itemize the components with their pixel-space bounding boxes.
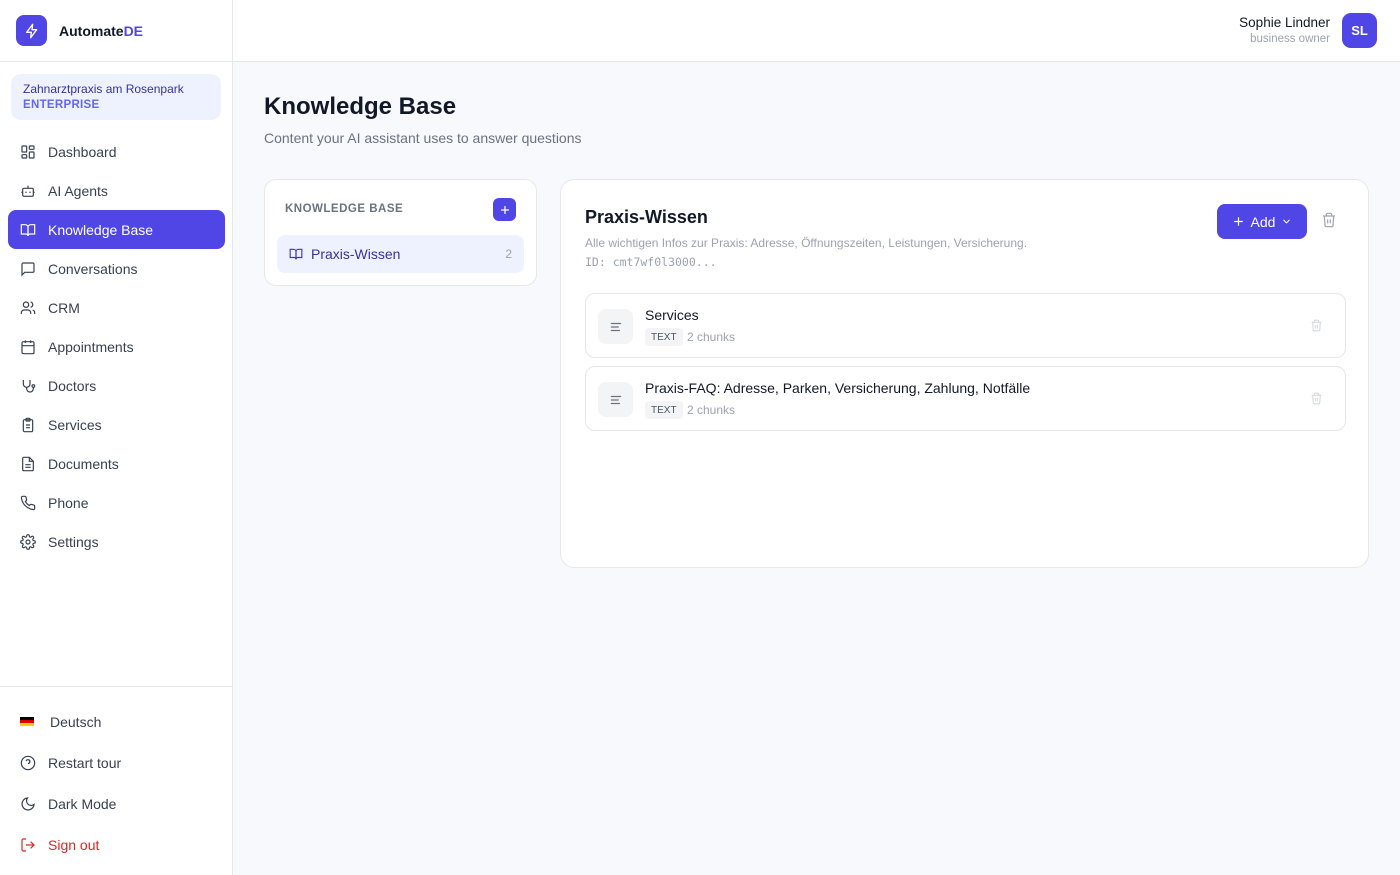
sidebar-nav: Dashboard AI Agents Knowledge Base Conve… xyxy=(8,132,225,561)
text-lines-icon xyxy=(598,382,633,417)
add-label: Add xyxy=(1250,213,1276,230)
language-switcher[interactable]: Deutsch xyxy=(0,701,232,742)
top-header: Sophie Lindner business owner SL xyxy=(233,0,1400,62)
detail-description: Alle wichtigen Infos zur Praxis: Adresse… xyxy=(585,236,1028,250)
document-chunks: 2 chunks xyxy=(687,403,736,417)
sidebar-item-label: CRM xyxy=(48,299,80,316)
kb-list-item[interactable]: Praxis-Wissen 2 xyxy=(277,235,524,273)
sidebar-footer: Deutsch Restart tour Dark Mode Sign out xyxy=(0,686,232,865)
trash-icon xyxy=(1311,392,1322,405)
knowledge-base-list: KNOWLEDGE BASE Praxis-Wissen 2 xyxy=(264,179,537,286)
stethoscope-icon xyxy=(22,379,36,393)
delete-document-button[interactable] xyxy=(1310,319,1323,337)
user-info: Sophie Lindner business owner xyxy=(1239,14,1330,47)
users-icon xyxy=(20,300,36,314)
add-knowledge-base-button[interactable] xyxy=(493,198,516,221)
sidebar-item-settings[interactable]: Settings xyxy=(8,522,225,561)
bot-icon xyxy=(21,185,35,197)
delete-knowledge-base-button[interactable] xyxy=(1321,212,1337,233)
page-title: Knowledge Base xyxy=(264,93,457,120)
plus-icon xyxy=(500,205,509,214)
sidebar-item-label: AI Agents xyxy=(48,182,108,199)
sidebar-item-label: Documents xyxy=(48,455,119,472)
plus-icon xyxy=(1233,217,1243,226)
document-type-badge: TEXT xyxy=(645,401,683,419)
organization-name: Zahnarztpraxis am Rosenpark xyxy=(23,82,184,96)
sidebar-item-doctors[interactable]: Doctors xyxy=(8,366,225,405)
user-menu[interactable]: Sophie Lindner business owner SL xyxy=(1239,13,1377,48)
document-icon xyxy=(22,456,34,471)
sign-out-button[interactable]: Sign out xyxy=(0,824,232,865)
document-item[interactable]: Services TEXT 2 chunks xyxy=(585,293,1346,358)
document-type-badge: TEXT xyxy=(645,328,683,346)
avatar[interactable]: SL xyxy=(1342,13,1377,48)
sidebar-item-label: Conversations xyxy=(48,260,138,277)
sidebar-item-label: Phone xyxy=(48,494,89,511)
restart-tour-label: Restart tour xyxy=(48,754,122,771)
kb-list-title: KNOWLEDGE BASE xyxy=(285,203,404,215)
brand-name: AutomateDE xyxy=(59,22,144,39)
page-subtitle: Content your AI assistant uses to answer… xyxy=(264,130,582,146)
organization-card[interactable]: Zahnarztpraxis am Rosenpark ENTERPRISE xyxy=(11,74,221,120)
dark-mode-label: Dark Mode xyxy=(48,795,117,812)
document-item[interactable]: Praxis-FAQ: Adresse, Parken, Versicherun… xyxy=(585,366,1346,431)
user-name: Sophie Lindner xyxy=(1239,15,1330,30)
lightning-icon xyxy=(16,15,47,46)
sidebar: AutomateDE Zahnarztpraxis am Rosenpark E… xyxy=(0,0,233,875)
user-role: business owner xyxy=(1250,33,1330,45)
sidebar-item-services[interactable]: Services xyxy=(8,405,225,444)
chevron-down-icon xyxy=(1283,219,1291,224)
book-icon xyxy=(20,223,36,236)
dark-mode-toggle[interactable]: Dark Mode xyxy=(0,783,232,824)
sidebar-item-documents[interactable]: Documents xyxy=(8,444,225,483)
moon-icon xyxy=(21,796,35,811)
restart-tour-button[interactable]: Restart tour xyxy=(0,742,232,783)
kb-item-count: 2 xyxy=(505,247,512,261)
document-title: Services xyxy=(645,307,699,323)
sidebar-item-label: Dashboard xyxy=(48,143,117,160)
sidebar-item-knowledge-base[interactable]: Knowledge Base xyxy=(8,210,225,249)
book-icon xyxy=(289,248,303,260)
document-chunks: 2 chunks xyxy=(687,330,736,344)
document-title: Praxis-FAQ: Adresse, Parken, Versicherun… xyxy=(645,380,1031,396)
plan-badge: ENTERPRISE xyxy=(23,99,100,111)
trash-icon xyxy=(1311,319,1322,332)
sidebar-item-dashboard[interactable]: Dashboard xyxy=(8,132,225,171)
sidebar-item-label: Settings xyxy=(48,533,99,550)
gear-icon xyxy=(20,533,36,550)
sidebar-item-label: Doctors xyxy=(48,377,97,394)
sign-out-label: Sign out xyxy=(48,836,100,853)
detail-id: ID: cmt7wf0l3000... xyxy=(585,255,717,269)
sidebar-item-label: Services xyxy=(48,416,102,433)
phone-icon xyxy=(20,495,36,510)
detail-title: Praxis-Wissen xyxy=(585,207,708,227)
sidebar-item-ai-agents[interactable]: AI Agents xyxy=(8,171,225,210)
brand[interactable]: AutomateDE xyxy=(0,0,232,62)
sidebar-item-crm[interactable]: CRM xyxy=(8,288,225,327)
sidebar-item-label: Knowledge Base xyxy=(48,221,154,238)
logout-icon xyxy=(21,837,35,852)
sidebar-item-appointments[interactable]: Appointments xyxy=(8,327,225,366)
help-circle-icon xyxy=(20,755,36,770)
add-content-button[interactable]: Add xyxy=(1217,204,1307,239)
chat-icon xyxy=(21,261,35,276)
language-label: Deutsch xyxy=(50,713,102,730)
sidebar-item-phone[interactable]: Phone xyxy=(8,483,225,522)
dashboard-icon xyxy=(21,144,35,159)
clipboard-icon xyxy=(22,417,34,432)
sidebar-item-label: Appointments xyxy=(48,338,134,355)
sidebar-item-conversations[interactable]: Conversations xyxy=(8,249,225,288)
text-lines-icon xyxy=(598,309,633,344)
kb-item-name: Praxis-Wissen xyxy=(311,246,401,262)
trash-icon xyxy=(1323,212,1335,228)
calendar-icon xyxy=(21,339,35,354)
delete-document-button[interactable] xyxy=(1310,392,1323,410)
knowledge-base-detail: Praxis-Wissen Alle wichtigen Infos zur P… xyxy=(560,179,1369,568)
german-flag-icon xyxy=(20,716,34,727)
